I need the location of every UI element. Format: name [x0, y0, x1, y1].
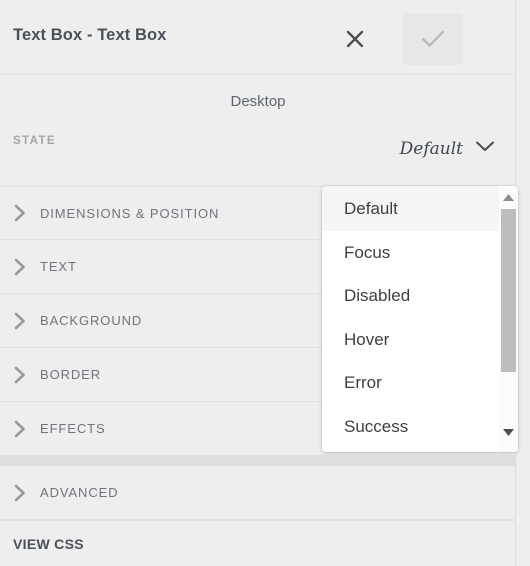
close-icon	[344, 28, 366, 50]
view-css-label: VIEW CSS	[13, 535, 84, 552]
page-title: Text Box - Text Box	[13, 26, 167, 44]
dropdown-option-default[interactable]: Default	[322, 186, 499, 231]
panel-scrollbar[interactable]	[517, 0, 530, 566]
dropdown-scrollbar-thumb[interactable]	[501, 209, 516, 372]
accordion-section-label: BORDER	[40, 367, 102, 382]
accordion-section-label: ADVANCED	[40, 485, 119, 500]
scroll-down-button[interactable]	[499, 423, 518, 442]
accordion-section-label: TEXT	[40, 259, 77, 274]
scroll-up-button[interactable]	[499, 188, 518, 207]
check-icon	[420, 28, 446, 50]
dropdown-option-success[interactable]: Success	[322, 405, 499, 449]
dropdown-option-focus[interactable]: Focus	[322, 231, 499, 275]
dropdown-option-disabled[interactable]: Disabled	[322, 275, 499, 319]
chevron-right-icon	[0, 483, 40, 503]
state-label: STATE	[13, 135, 56, 147]
state-dropdown-trigger[interactable]: Default	[400, 139, 495, 159]
confirm-button[interactable]	[403, 13, 463, 65]
accordion-section-label: EFFECTS	[40, 421, 106, 436]
dropdown-scrollbar[interactable]	[499, 186, 518, 452]
panel-header: Text Box - Text Box	[0, 0, 515, 75]
dropdown-option-error[interactable]: Error	[322, 362, 499, 406]
triangle-down-icon	[502, 424, 515, 442]
chevron-right-icon	[0, 419, 40, 439]
chevron-right-icon	[0, 365, 40, 385]
chevron-right-icon	[0, 311, 40, 331]
chevron-right-icon	[0, 203, 40, 223]
triangle-up-icon	[502, 189, 515, 207]
chevron-right-icon	[0, 257, 40, 277]
state-dropdown-list: Default Focus Disabled Hover Error Succe…	[322, 186, 499, 452]
chevron-down-icon	[475, 140, 495, 158]
accordion-section-label: DIMENSIONS & POSITION	[40, 205, 220, 221]
section-divider	[0, 456, 515, 466]
device-selector[interactable]: Desktop	[0, 75, 515, 123]
device-label: Desktop	[230, 93, 286, 110]
state-row: STATE Default	[0, 123, 515, 186]
close-button[interactable]	[336, 20, 374, 58]
view-css-button[interactable]: VIEW CSS	[0, 520, 515, 566]
accordion-section-advanced[interactable]: ADVANCED	[0, 466, 515, 520]
state-selected-value: Default	[399, 139, 463, 159]
settings-panel: Text Box - Text Box Desktop STATE Defaul…	[0, 0, 530, 566]
dropdown-option-hover[interactable]: Hover	[322, 318, 499, 362]
accordion-section-label: BACKGROUND	[40, 313, 143, 328]
state-dropdown-menu: Default Focus Disabled Hover Error Succe…	[322, 186, 518, 452]
